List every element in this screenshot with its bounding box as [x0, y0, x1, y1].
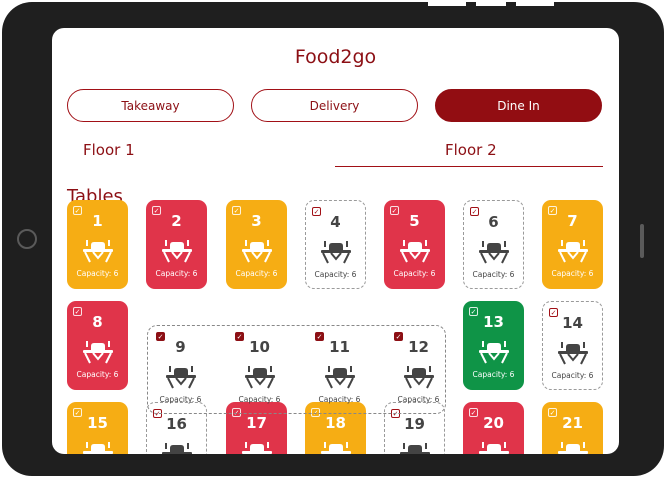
- dining-table-icon: [557, 342, 588, 365]
- table-number: 4: [330, 213, 341, 231]
- dining-table-icon: [557, 240, 588, 263]
- table-capacity: Capacity: 6: [238, 395, 281, 404]
- table-card[interactable]: ✓ 9 Capacity: 6: [150, 326, 211, 415]
- table-number: 13: [483, 313, 504, 331]
- table-capacity: Capacity: 6: [472, 270, 515, 279]
- table-card[interactable]: ✓ 12 Capacity: 6: [388, 326, 449, 415]
- table-card[interactable]: ✓ 11 Capacity: 6: [309, 326, 370, 415]
- table-capacity: Capacity: 6: [159, 395, 202, 404]
- dining-table-icon: [241, 442, 272, 454]
- table-card[interactable]: ✓ 20: [463, 402, 524, 454]
- dining-table-icon: [241, 240, 272, 263]
- tab-floor-2[interactable]: Floor 2: [445, 141, 497, 159]
- table-card[interactable]: ✓ 10 Capacity: 6: [229, 326, 290, 415]
- table-card[interactable]: ✓ 6 Capacity: 6: [463, 200, 524, 289]
- side-button: [640, 224, 644, 258]
- table-card[interactable]: ✓ 14 Capacity: 6: [542, 301, 603, 390]
- device-notch: [516, 2, 554, 6]
- table-card[interactable]: ✓ 3 Capacity: 6: [226, 200, 287, 289]
- table-number: 18: [325, 414, 346, 432]
- table-capacity: Capacity: 6: [397, 395, 440, 404]
- merged-table-group[interactable]: ✓ 9 Capacity: 6 ✓ 10 Capacity: 6 ✓ 11 Capacity: …: [147, 325, 446, 414]
- table-capacity: Capacity: 6: [155, 269, 198, 278]
- table-number: 20: [483, 414, 504, 432]
- table-number: 3: [251, 212, 262, 230]
- table-number: 19: [404, 415, 425, 433]
- dining-table-icon: [557, 442, 588, 454]
- table-number: 11: [329, 338, 350, 356]
- dining-table-icon: [161, 240, 192, 263]
- delivery-button[interactable]: Delivery: [251, 89, 418, 122]
- table-number: 15: [87, 414, 108, 432]
- table-capacity: Capacity: 6: [76, 370, 119, 379]
- app-screen: Food2go Takeaway Delivery Dine In Floor …: [52, 28, 619, 454]
- table-capacity: Capacity: 6: [314, 270, 357, 279]
- table-number: 21: [562, 414, 583, 432]
- table-number: 16: [166, 415, 187, 433]
- table-capacity: Capacity: 6: [551, 371, 594, 380]
- table-number: 9: [175, 338, 186, 356]
- app-title: Food2go: [294, 46, 377, 68]
- takeaway-button[interactable]: Takeaway: [67, 89, 234, 122]
- table-number: 2: [171, 212, 182, 230]
- dining-table-icon: [478, 241, 509, 264]
- camera-icon: [17, 229, 37, 249]
- device-notch: [428, 2, 466, 6]
- table-capacity: Capacity: 6: [472, 370, 515, 379]
- table-capacity: Capacity: 6: [393, 269, 436, 278]
- table-number: 6: [488, 213, 499, 231]
- dining-table-icon: [478, 341, 509, 364]
- table-card[interactable]: ✓ 2 Capacity: 6: [146, 200, 207, 289]
- table-card[interactable]: ✓ 4 Capacity: 6: [305, 200, 366, 289]
- dining-table-icon: [399, 240, 430, 263]
- table-number: 1: [92, 212, 103, 230]
- table-number: 12: [408, 338, 429, 356]
- table-card[interactable]: ✓ 5 Capacity: 6: [384, 200, 445, 289]
- dining-table-icon: [161, 443, 192, 454]
- table-number: 5: [409, 212, 420, 230]
- table-number: 10: [249, 338, 270, 356]
- table-card[interactable]: ✓ 1 Capacity: 6: [67, 200, 128, 289]
- dine-in-button[interactable]: Dine In: [435, 89, 602, 122]
- dining-table-icon: [82, 240, 113, 263]
- table-card[interactable]: ✓ 7 Capacity: 6: [542, 200, 603, 289]
- table-card[interactable]: ✓ 15: [67, 402, 128, 454]
- table-card[interactable]: ✓ 13 Capacity: 6: [463, 301, 524, 390]
- dining-table-icon: [82, 341, 113, 364]
- tablet-frame: Food2go Takeaway Delivery Dine In Floor …: [2, 2, 664, 476]
- dining-table-icon: [399, 443, 430, 454]
- tab-floor-1[interactable]: Floor 1: [83, 141, 135, 159]
- dining-table-icon: [403, 366, 434, 389]
- table-card[interactable]: ✓ 8 Capacity: 6: [67, 301, 128, 390]
- table-number: 7: [567, 212, 578, 230]
- table-number: 17: [246, 414, 267, 432]
- table-card[interactable]: ✓ 21: [542, 402, 603, 454]
- device-notch: [476, 2, 506, 6]
- table-number: 14: [562, 314, 583, 332]
- table-number: 8: [92, 313, 103, 331]
- dining-table-icon: [82, 442, 113, 454]
- table-capacity: Capacity: 6: [76, 269, 119, 278]
- active-floor-indicator: [335, 166, 603, 167]
- dining-table-icon: [324, 366, 355, 389]
- dining-table-icon: [320, 442, 351, 454]
- dining-table-icon: [478, 442, 509, 454]
- table-capacity: Capacity: 6: [235, 269, 278, 278]
- dining-table-icon: [320, 241, 351, 264]
- dining-table-icon: [165, 366, 196, 389]
- dining-table-icon: [244, 366, 275, 389]
- table-capacity: Capacity: 6: [318, 395, 361, 404]
- table-capacity: Capacity: 6: [551, 269, 594, 278]
